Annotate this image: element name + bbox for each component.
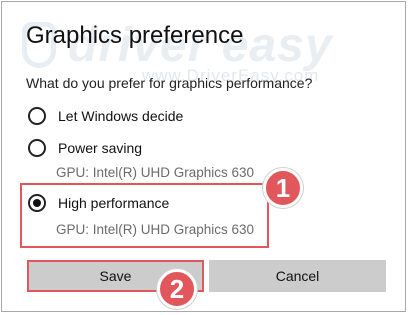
- radio-button[interactable]: [28, 139, 46, 157]
- step-2-badge: 2: [157, 269, 197, 309]
- option-let-windows-decide[interactable]: Let Windows decide: [28, 105, 183, 127]
- step-1-badge: 1: [263, 168, 303, 208]
- dialog-question: What do you prefer for graphics performa…: [26, 75, 313, 91]
- radio-button[interactable]: [28, 107, 46, 125]
- cancel-button[interactable]: Cancel: [209, 260, 386, 292]
- high-performance-highlight: [20, 183, 269, 248]
- dialog-title: Graphics preference: [26, 22, 244, 49]
- power-saving-gpu-info: GPU: Intel(R) UHD Graphics 630: [56, 165, 255, 180]
- option-label: Power saving: [58, 140, 143, 156]
- option-power-saving[interactable]: Power saving: [28, 137, 142, 159]
- option-label: Let Windows decide: [58, 108, 184, 124]
- graphics-preference-dialog: driver easy www.DriverEasy.com Graphics …: [1, 1, 406, 312]
